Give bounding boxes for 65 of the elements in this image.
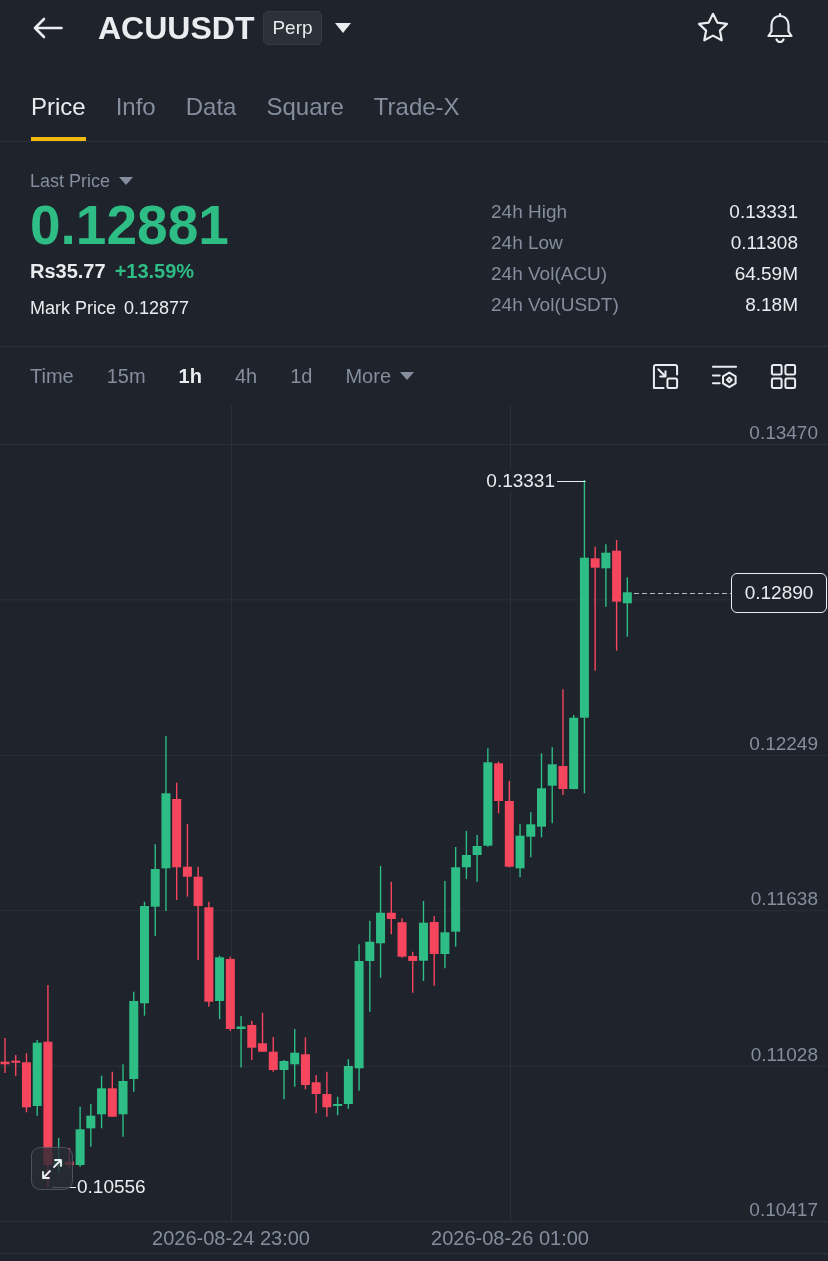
bullish-candle: [515, 823, 525, 878]
interval-tab[interactable]: Time: [30, 364, 74, 388]
bullish-candle: [97, 1075, 107, 1129]
price-axis-label: 0.12249: [749, 732, 818, 755]
bearish-candle: [429, 915, 439, 987]
bearish-candle: [408, 951, 418, 994]
interval-tab[interactable]: 1h: [178, 364, 202, 388]
bullish-candle: [86, 1103, 96, 1148]
bearish-candle: [107, 1071, 117, 1118]
price-axis-label: 0.11028: [750, 1043, 818, 1066]
interval-tab[interactable]: 15m: [106, 364, 146, 388]
bearish-candle: [300, 1036, 310, 1090]
grid-icon[interactable]: [770, 362, 797, 390]
box-arrow-icon[interactable]: [652, 362, 679, 390]
last-price: 0.12881: [30, 197, 229, 253]
bearish-candle: [386, 881, 396, 935]
contract-badge: Perp: [263, 10, 322, 45]
mark-price-value: 0.12877: [124, 297, 190, 319]
bearish-candle: [311, 1074, 321, 1114]
time-axis-label: 2026-08-26 01:00: [431, 1226, 589, 1250]
tab[interactable]: Info: [115, 93, 156, 141]
stat-value: 8.18M: [745, 293, 798, 316]
tab[interactable]: Data: [185, 93, 237, 141]
caret-icon: [400, 372, 415, 380]
star-icon[interactable]: [697, 12, 729, 43]
bearish-candle: [268, 1036, 278, 1073]
last-price-label: Last Price: [30, 170, 111, 192]
caret-icon[interactable]: [334, 22, 351, 33]
bearish-candle: [258, 1012, 267, 1053]
tab[interactable]: Square: [266, 93, 344, 141]
stat-value: 0.11308: [730, 231, 798, 254]
tab[interactable]: Trade-X: [373, 93, 460, 141]
diagonal-arrows-icon: [41, 1157, 63, 1180]
stat-label: 24h High: [491, 200, 568, 223]
last-price-tag: 0.12890: [731, 573, 827, 613]
price-axis-label: 0.11638: [750, 888, 818, 911]
bullish-candle: [236, 1015, 246, 1069]
bullish-candle: [215, 955, 225, 1020]
expand-button[interactable]: [31, 1147, 73, 1190]
time-axis-label: 2026-08-24 23:00: [152, 1226, 310, 1250]
low-price-label: 0.10556: [77, 1176, 146, 1198]
stat-label: 24h Low: [491, 231, 563, 254]
interval-tab[interactable]: 4h: [234, 364, 258, 388]
more-dropdown[interactable]: More: [345, 364, 415, 388]
bearish-candle: [397, 917, 407, 959]
stat-value: 64.59M: [734, 262, 798, 285]
pair-title: ACUUSDT: [98, 9, 255, 46]
stat-label: 24h Vol(USDT): [491, 293, 619, 316]
price-axis-label: 0.13470: [749, 422, 818, 444]
stat-value: 0.13331: [729, 200, 798, 223]
mark-price-label: Mark Price: [30, 297, 116, 319]
leader-line: [556, 481, 586, 482]
bullish-candle: [601, 543, 611, 608]
interval-tab[interactable]: 1d: [290, 364, 313, 388]
bullish-candle: [75, 1106, 85, 1168]
bearish-candle: [247, 1020, 257, 1061]
fiat-price: Rs35.77: [30, 259, 106, 283]
bullish-candle: [622, 576, 632, 638]
price-axis-label: 0.10417: [749, 1199, 818, 1221]
tab[interactable]: Price: [31, 93, 86, 141]
bearish-candle: [322, 1071, 332, 1118]
stat-label: 24h Vol(ACU): [491, 262, 608, 285]
price-change: +13.59%: [114, 259, 195, 283]
back-arrow-icon[interactable]: [33, 16, 63, 39]
high-price-label: 0.13331: [484, 470, 555, 492]
